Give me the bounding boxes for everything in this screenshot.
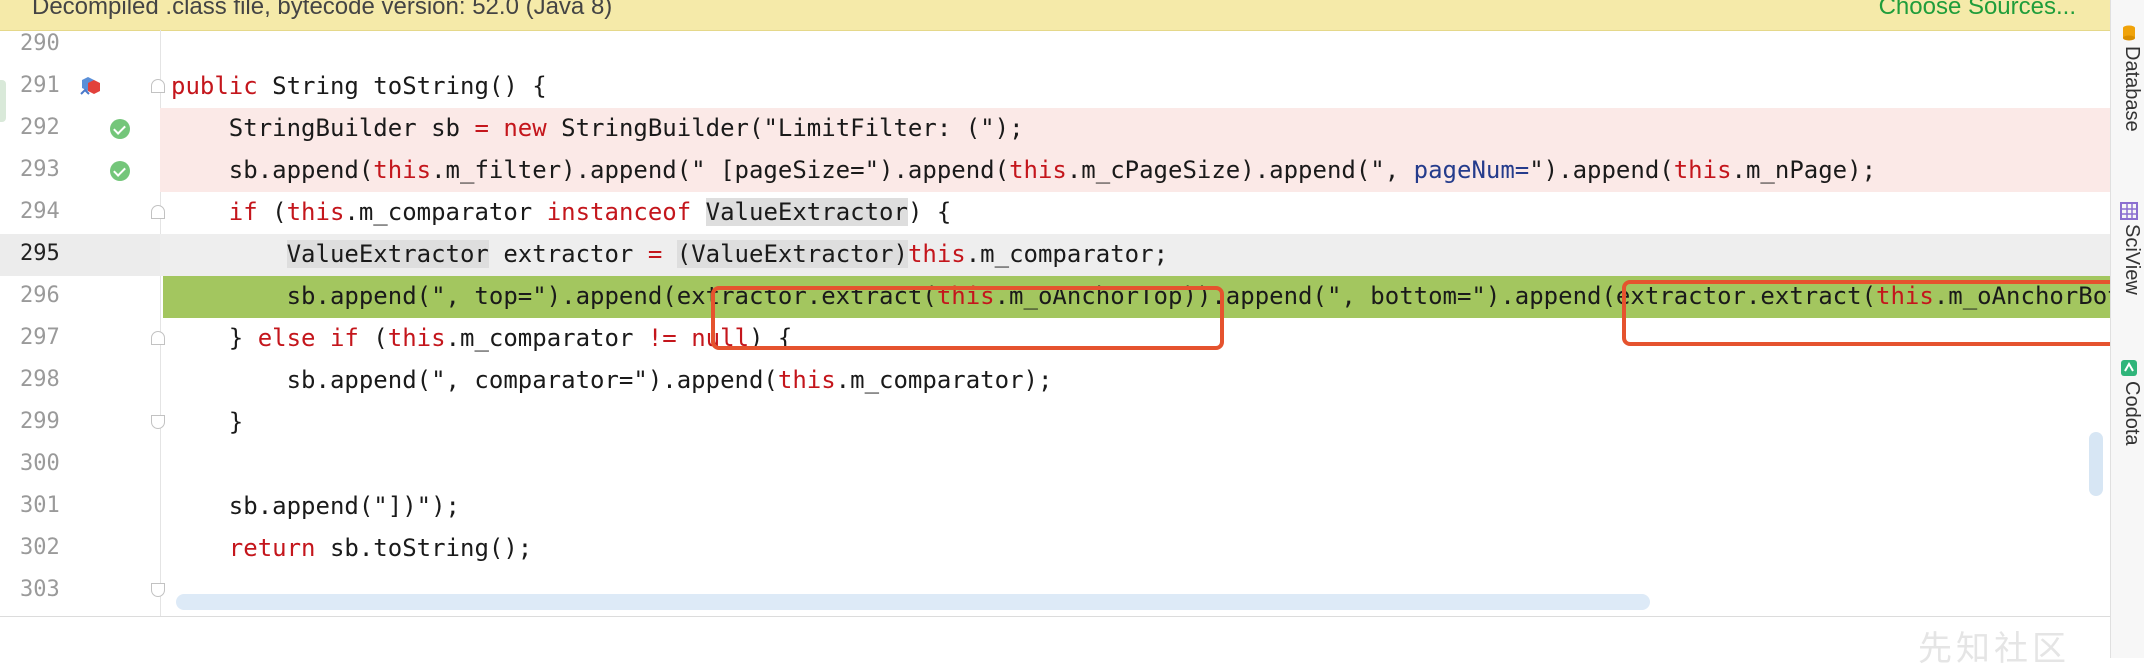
tool-label: SciView [2121, 224, 2143, 295]
highlight-box-anchor-bottom [1622, 280, 2110, 346]
line-number: 302 [20, 535, 60, 560]
code-text: if (this.m_comparator instanceof ValueEx… [228, 198, 952, 226]
code-text: public String toString() { [171, 72, 547, 100]
code-line-298: 298 sb.append(", comparator=").append(th… [0, 360, 2110, 402]
watermark: 先知社区 [1918, 629, 2070, 669]
code-text: StringBuilder sb = new StringBuilder("Li… [171, 114, 1024, 142]
code-line-291: 291 public String toString() { [0, 66, 2110, 108]
code-line-302: 302 return sb.toString(); [0, 528, 2110, 570]
bottom-panel: 先知社区 [0, 616, 2110, 669]
code-text: sb.append("])"); [171, 492, 460, 520]
fold-toggle[interactable] [151, 583, 165, 597]
left-edge-marker [0, 80, 6, 122]
line-number: 303 [20, 577, 60, 602]
right-tool-strip: Database SciView Codota [2110, 0, 2144, 658]
choose-sources-link[interactable]: Choose Sources... [1879, 0, 2076, 21]
line-number: 291 [20, 73, 60, 98]
vertical-scrollbar[interactable] [2089, 432, 2103, 496]
code-line-294: 294 if (this.m_comparator instanceof Val… [0, 192, 2110, 234]
banner-text: Decompiled .class file, bytecode version… [32, 0, 613, 20]
code-text: return sb.toString(); [228, 534, 533, 562]
override-method-icon[interactable] [78, 76, 104, 98]
horizontal-scrollbar[interactable] [176, 594, 1650, 610]
line-number: 295 [20, 241, 60, 266]
line-number: 297 [20, 325, 60, 350]
code-text: sb.append(", comparator=").append(this.m… [171, 366, 1053, 394]
code-editor[interactable]: 290 291 public String toString() { 292 S… [0, 30, 2110, 616]
line-number: 298 [20, 367, 60, 392]
line-number: 300 [20, 451, 60, 476]
code-line-290: 290 [0, 30, 2110, 66]
code-text: } [171, 408, 244, 436]
code-text: } else if (this.m_comparator != null) { [171, 324, 793, 352]
tool-window-database[interactable]: Database [2114, 20, 2144, 170]
code-line-301: 301 sb.append("])"); [0, 486, 2110, 528]
code-line-299: 299 } [0, 402, 2110, 444]
fold-toggle[interactable] [151, 331, 165, 345]
decompiled-banner: Decompiled .class file, bytecode version… [0, 0, 2110, 31]
line-number: 293 [20, 157, 60, 182]
fold-toggle[interactable] [151, 79, 165, 93]
fold-toggle[interactable] [151, 205, 165, 219]
code-text: sb.append(this.m_filter).append(" [pageS… [171, 156, 1877, 184]
code-line-295: 295 ValueExtractor extractor = (ValueExt… [0, 234, 2110, 276]
code-line-300: 300 [0, 444, 2110, 486]
code-line-292: 292 StringBuilder sb = new StringBuilder… [0, 108, 2110, 150]
tool-window-sciview[interactable]: SciView [2114, 198, 2144, 348]
code-text: ValueExtractor extractor = (ValueExtract… [286, 240, 1169, 268]
line-number: 301 [20, 493, 60, 518]
line-number: 296 [20, 283, 60, 308]
line-number: 292 [20, 115, 60, 140]
codota-icon [2121, 360, 2137, 376]
fold-toggle[interactable] [151, 415, 165, 429]
check-icon [110, 119, 130, 139]
line-number: 294 [20, 199, 60, 224]
check-icon [110, 161, 130, 181]
line-number: 290 [20, 31, 60, 56]
tool-label: Database [2121, 46, 2143, 132]
tool-window-codota[interactable]: Codota [2114, 355, 2144, 505]
tool-label: Codota [2121, 381, 2143, 446]
highlight-box-anchor-top [711, 286, 1224, 350]
database-icon [2123, 25, 2135, 41]
line-number: 299 [20, 409, 60, 434]
code-line-293: 293 sb.append(this.m_filter).append(" [p… [0, 150, 2110, 192]
grid-icon [2120, 202, 2138, 220]
